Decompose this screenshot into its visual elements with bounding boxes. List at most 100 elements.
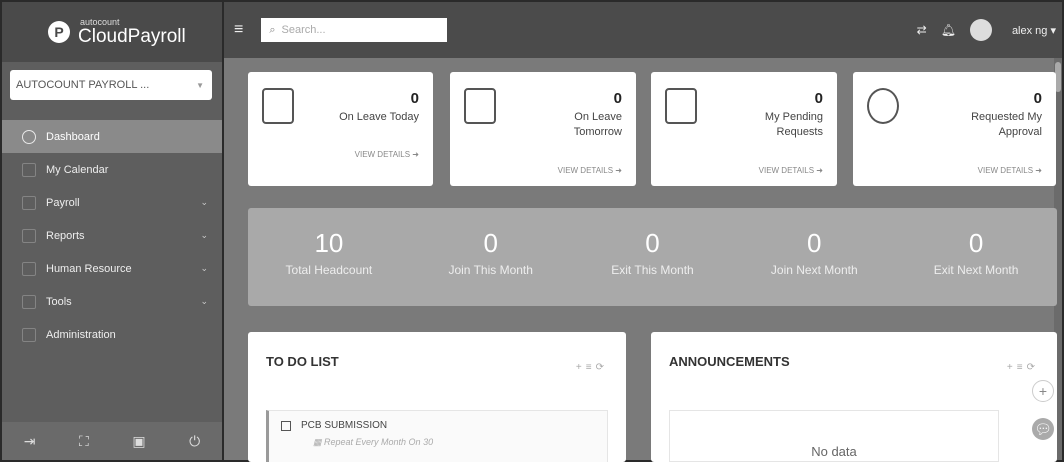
summary-label: Exit Next Month [933,263,1019,277]
sidebar-nav: Dashboard My Calendar Payroll ⌄ Reports … [2,120,222,351]
panel-title: ANNOUNCEMENTS [669,354,790,369]
announcements-panel: ANNOUNCEMENTS +≡⟳ No data [651,332,1057,462]
search-input[interactable]: ⌕ Search... [261,18,448,42]
chat-fab-button[interactable]: 💬︎ [1032,418,1054,440]
summary-label: Total Headcount [285,263,373,277]
administration-icon [22,327,36,342]
list-item[interactable]: PCB SUBMISSION ▦ Repeat Every Month On 3… [266,410,608,462]
stat-label: Requested My Approval [971,111,1042,138]
summary-join-next-month: 0 Join Next Month [733,208,895,306]
sidebar-item-label: Reports [46,229,85,242]
view-details-link[interactable]: VIEW DETAILS ➜ [759,166,823,175]
view-details-link[interactable]: VIEW DETAILS ➜ [355,150,419,159]
hamburger-menu-icon[interactable]: ≡ [234,21,243,39]
sidebar-item-tools[interactable]: Tools ⌄ [2,285,222,318]
clipboard-icon [665,88,697,124]
refresh-icon[interactable]: ⟳ [596,362,608,373]
bell-icon[interactable]: 🔔︎ [941,23,956,37]
todo-panel: TO DO LIST +≡⟳ PCB SUBMISSION ▦ Repeat E… [248,332,626,462]
announcements-list: No data [669,410,999,462]
stat-card-requested-my-approval: 0 Requested My Approval VIEW DETAILS ➜ [853,72,1056,186]
stat-label: My Pending Requests [764,111,823,138]
avatar[interactable] [969,19,992,41]
stat-label: On Leave Today [339,111,419,123]
stat-value: 0 [613,90,622,107]
stat-card-my-pending-requests: 0 My Pending Requests VIEW DETAILS ➜ [651,72,837,186]
calendar-person-icon [262,88,294,124]
sidebar-item-label: My Calendar [46,163,109,176]
calendar-icon [22,162,36,177]
list-icon[interactable]: ≡ [586,362,596,373]
summary-value: 0 [645,228,660,258]
summary-exit-next-month: 0 Exit Next Month [895,208,1057,306]
sidebar-item-label: Payroll [46,196,80,209]
chevron-down-icon: ⌄ [200,197,208,207]
logo-mark: P [48,21,70,43]
summary-join-this-month: 0 Join This Month [410,208,572,306]
sidebar: P autocount CloudPayroll AUTOCOUNT PAYRO… [0,0,224,462]
username: alex ng [1011,24,1048,37]
lock-icon[interactable]: ▣ [132,433,145,450]
sidebar-item-administration[interactable]: Administration [2,318,222,351]
sidebar-item-label: Dashboard [46,130,100,143]
headcount-summary: 10 Total Headcount 0 Join This Month 0 E… [248,208,1057,306]
main-content: 0 On Leave Today VIEW DETAILS ➜ 0 On Lea… [224,58,1064,462]
panel-title: TO DO LIST [266,354,339,369]
user-menu[interactable]: alex ng ▾ [998,24,1056,37]
search-placeholder: Search... [281,24,326,36]
summary-value: 10 [314,228,344,258]
sidebar-item-reports[interactable]: Reports ⌄ [2,219,222,252]
topbar-actions: ⇄ 🔔︎ alex ng ▾ [903,19,1062,41]
company-select-value: AUTOCOUNT PAYROLL ... [16,79,150,91]
logout-icon[interactable]: ⇥ [24,433,36,450]
todo-checkbox[interactable] [281,421,291,431]
panel-tools: +≡⟳ [576,362,608,373]
human-resource-icon [22,261,36,276]
view-details-link[interactable]: VIEW DETAILS ➜ [558,166,622,175]
sidebar-item-label: Tools [46,295,72,308]
summary-value: 0 [968,228,984,258]
summary-exit-this-month: 0 Exit This Month [572,208,734,306]
sidebar-item-dashboard[interactable]: Dashboard [2,120,222,153]
sidebar-item-human-resource[interactable]: Human Resource ⌄ [2,252,222,285]
view-details-link[interactable]: VIEW DETAILS ➜ [978,166,1042,175]
stat-label: On Leave Tomorrow [573,111,622,138]
stat-value: 0 [1033,90,1042,107]
summary-label: Join This Month [448,263,533,277]
topbar: ≡ ⌕ Search... ⇄ 🔔︎ alex ng ▾ [224,0,1064,58]
chevron-down-icon: ⌄ [200,296,208,306]
reports-icon [22,228,36,243]
add-icon[interactable]: + [1007,362,1017,373]
sidebar-item-payroll[interactable]: Payroll ⌄ [2,186,222,219]
search-icon: ⌕ [269,23,276,36]
payroll-icon [22,195,36,210]
summary-label: Join Next Month [770,263,858,277]
chevron-down-icon: ⌄ [200,263,208,273]
add-fab-button[interactable]: + [1032,380,1054,402]
sidebar-item-my-calendar[interactable]: My Calendar [2,153,222,186]
brand-logo[interactable]: P autocount CloudPayroll [2,2,222,62]
sidebar-item-label: Administration [46,328,116,341]
add-icon[interactable]: + [576,362,586,373]
tools-icon [22,294,36,309]
chevron-down-icon: ⌄ [200,230,208,240]
summary-label: Exit This Month [611,263,694,277]
company-select[interactable]: AUTOCOUNT PAYROLL ... ▼ [10,70,212,100]
power-icon[interactable]: ⏻ [189,433,200,450]
todo-item-schedule: ▦ Repeat Every Month On 30 [313,437,434,447]
list-icon[interactable]: ≡ [1017,362,1027,373]
stat-card-on-leave-today: 0 On Leave Today VIEW DETAILS ➜ [248,72,433,186]
logo-title: CloudPayroll [78,26,186,47]
calendar-person-icon [464,88,496,124]
stat-value: 0 [814,90,823,107]
todo-item-title: PCB SUBMISSION [301,420,388,431]
panel-tools: +≡⟳ [1007,362,1039,373]
stat-value: 0 [410,90,419,107]
refresh-icon[interactable]: ⟳ [1027,362,1039,373]
summary-total-headcount: 10 Total Headcount [248,208,410,306]
empty-state: No data [811,444,857,459]
sidebar-item-label: Human Resource [46,262,132,275]
calendar-icon: ▦ [313,437,325,447]
fullscreen-icon[interactable]: ⛶ [79,433,89,450]
switch-icon[interactable]: ⇄ [917,23,927,37]
